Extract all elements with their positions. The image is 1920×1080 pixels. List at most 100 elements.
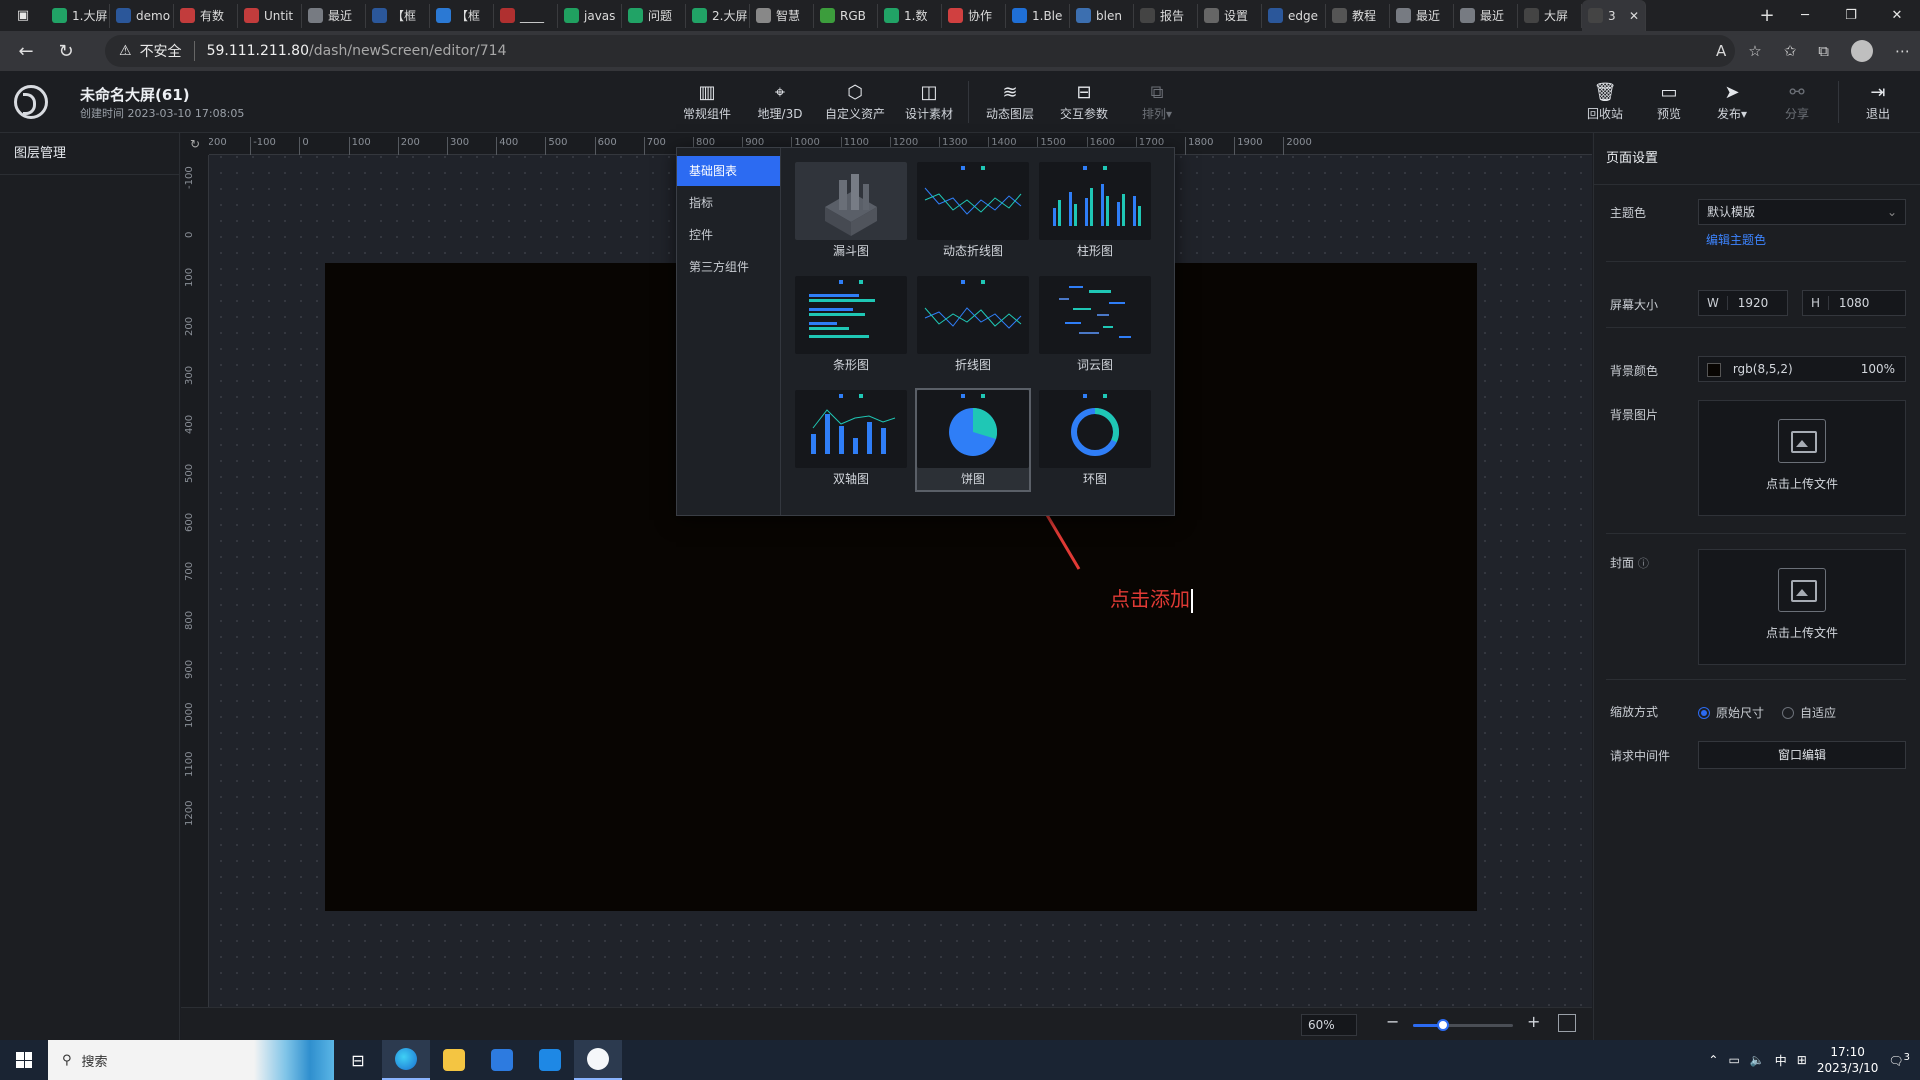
url-field[interactable]: ⚠ 不安全 59.111.211.80/dash/newScreen/edito… [105, 35, 1735, 67]
browser-tab[interactable]: 【框 [430, 3, 494, 28]
component-dual-axis[interactable]: 双轴图 [795, 390, 907, 490]
tool-interaction-params[interactable]: ⊟ 交互参数 [1049, 81, 1119, 122]
close-tab-icon[interactable]: ✕ [1629, 9, 1639, 23]
project-title[interactable]: 未命名大屏(61) [80, 84, 190, 105]
zoom-out-icon[interactable]: − [1386, 1012, 1399, 1031]
mail-app-icon[interactable] [526, 1040, 574, 1080]
category-controls[interactable]: 控件 [677, 220, 780, 250]
task-view-icon[interactable]: ⊟ [334, 1040, 382, 1080]
browser-tab[interactable]: 1.大屏 [46, 3, 110, 28]
zoom-slider-handle[interactable] [1437, 1019, 1449, 1031]
file-explorer-icon[interactable] [430, 1040, 478, 1080]
browser-tab[interactable]: 3 ✕ [1582, 0, 1646, 31]
fit-screen-icon[interactable] [1558, 1014, 1576, 1032]
component-bar[interactable]: 条形图 [795, 276, 907, 376]
collections-icon[interactable]: ⧉ [1818, 42, 1829, 60]
keyboard-icon[interactable]: ⊞ [1797, 1053, 1807, 1067]
theme-select[interactable]: 默认模版 ⌄ [1698, 199, 1906, 225]
zoom-in-icon[interactable]: + [1527, 1012, 1540, 1031]
browser-tab[interactable]: RGB [814, 3, 878, 28]
browser-tab[interactable]: 【框 [366, 3, 430, 28]
profile-avatar[interactable] [1851, 40, 1873, 62]
start-button[interactable] [0, 1040, 48, 1080]
clock[interactable]: 17:10 2023/3/10 [1817, 1044, 1879, 1076]
favorite-icon[interactable]: ☆ [1748, 42, 1761, 60]
new-tab-button[interactable]: + [1752, 5, 1782, 26]
browser-tab[interactable]: 设置 [1198, 3, 1262, 28]
network-icon[interactable]: ▭ [1728, 1053, 1739, 1067]
browser-tab[interactable]: 1.数 [878, 3, 942, 28]
browser-tab[interactable]: 2.大屏 [686, 3, 750, 28]
component-dynamic-line[interactable]: 动态折线图 [917, 162, 1029, 262]
cover-upload[interactable]: 点击上传文件 [1698, 549, 1906, 665]
restore-icon[interactable]: ❐ [1828, 8, 1874, 23]
browser-tab[interactable]: ____ [494, 3, 558, 28]
browser-tab[interactable]: 大屏 [1518, 3, 1582, 28]
zoom-input[interactable]: 60% [1301, 1014, 1357, 1036]
back-icon[interactable]: ← [6, 41, 46, 62]
browser-tab[interactable]: Untit [238, 3, 302, 28]
width-field[interactable]: W 1920 [1698, 290, 1788, 316]
browser-tab[interactable]: 1.Ble [1006, 3, 1070, 28]
tool-publish[interactable]: ➤ 发布▾ [1697, 81, 1767, 122]
browser-tab[interactable]: 最近 [1390, 3, 1454, 28]
component-funnel[interactable]: 漏斗图 [795, 162, 907, 262]
tool-share[interactable]: ⚯ 分享 [1762, 81, 1832, 122]
tool-preview[interactable]: ▭ 预览 [1634, 81, 1704, 122]
minimize-icon[interactable]: ─ [1782, 8, 1828, 23]
browser-tab[interactable]: blen [1070, 3, 1134, 28]
component-word-cloud[interactable]: 词云图 [1039, 276, 1151, 376]
refresh-icon[interactable]: ↻ [46, 41, 86, 62]
browser-tab[interactable]: 最近 [302, 3, 366, 28]
close-window-icon[interactable]: ✕ [1874, 8, 1920, 23]
tool-dynamic-layers[interactable]: ≋ 动态图层 [975, 81, 1045, 122]
scale-original-radio[interactable]: 原始尺寸 [1698, 704, 1764, 721]
browser-tab[interactable]: edge [1262, 3, 1326, 28]
browser-tab[interactable]: 有数 [174, 3, 238, 28]
taskbar-search[interactable]: ⚲ 搜索 [48, 1040, 334, 1080]
scale-adaptive-radio[interactable]: 自适应 [1782, 704, 1836, 721]
browser-tab[interactable]: 协作 [942, 3, 1006, 28]
reset-ruler-icon[interactable]: ↻ [181, 133, 209, 155]
store-app-icon[interactable] [478, 1040, 526, 1080]
dingtalk-app-icon[interactable] [574, 1040, 622, 1080]
favorites-list-icon[interactable]: ✩ [1784, 42, 1797, 60]
category-indicators[interactable]: 指标 [677, 188, 780, 218]
more-menu-icon[interactable]: ⋯ [1895, 42, 1910, 60]
tool-recycle-bin[interactable]: 🗑 回收站 [1570, 81, 1640, 122]
color-swatch[interactable] [1707, 362, 1721, 377]
category-third-party[interactable]: 第三方组件 [677, 252, 780, 282]
browser-tab[interactable]: javas [558, 3, 622, 28]
ime-indicator[interactable]: 中 [1775, 1052, 1787, 1069]
height-field[interactable]: H 1080 [1802, 290, 1906, 316]
tool-custom-assets[interactable]: ⬡ 自定义资产 [820, 81, 890, 122]
help-icon[interactable]: ⓘ [1638, 557, 1649, 570]
browser-tab[interactable]: 问题 [622, 3, 686, 28]
chevron-up-icon[interactable]: ⌃ [1708, 1053, 1718, 1067]
zoom-slider[interactable] [1413, 1019, 1513, 1031]
bg-image-upload[interactable]: 点击上传文件 [1698, 400, 1906, 516]
tool-geo-3d[interactable]: ⌖ 地理/3D [745, 81, 815, 122]
component-ring[interactable]: 环图 [1039, 390, 1151, 490]
browser-tab[interactable]: demo [110, 3, 174, 28]
edge-app-icon[interactable] [382, 1040, 430, 1080]
browser-tab[interactable]: 教程 [1326, 3, 1390, 28]
tool-design-assets[interactable]: ◫ 设计素材 [894, 81, 964, 122]
read-aloud-icon[interactable]: A [1716, 42, 1726, 60]
category-basic-charts[interactable]: 基础图表 [677, 156, 780, 186]
window-edit-button[interactable]: 窗口编辑 [1698, 741, 1906, 769]
app-logo[interactable] [14, 85, 48, 119]
tool-exit[interactable]: ⇥ 退出 [1843, 81, 1913, 122]
edit-theme-link[interactable]: 编辑主题色 [1706, 231, 1766, 248]
tab-actions-icon[interactable]: ▣ [0, 0, 46, 31]
browser-tab[interactable]: 报告 [1134, 3, 1198, 28]
tool-common-components[interactable]: ▥ 常规组件 [672, 81, 742, 122]
component-column[interactable]: 柱形图 [1039, 162, 1151, 262]
bg-color-field[interactable]: rgb(8,5,2) 100% [1698, 356, 1906, 382]
notification-icon[interactable]: 🗨3 [1888, 1052, 1910, 1068]
tool-arrange[interactable]: ⧉ 排列▾ [1122, 81, 1192, 122]
component-pie[interactable]: 饼图 [915, 388, 1031, 492]
browser-tab[interactable]: 最近 [1454, 3, 1518, 28]
browser-tab[interactable]: 智慧 [750, 3, 814, 28]
component-line[interactable]: 折线图 [917, 276, 1029, 376]
